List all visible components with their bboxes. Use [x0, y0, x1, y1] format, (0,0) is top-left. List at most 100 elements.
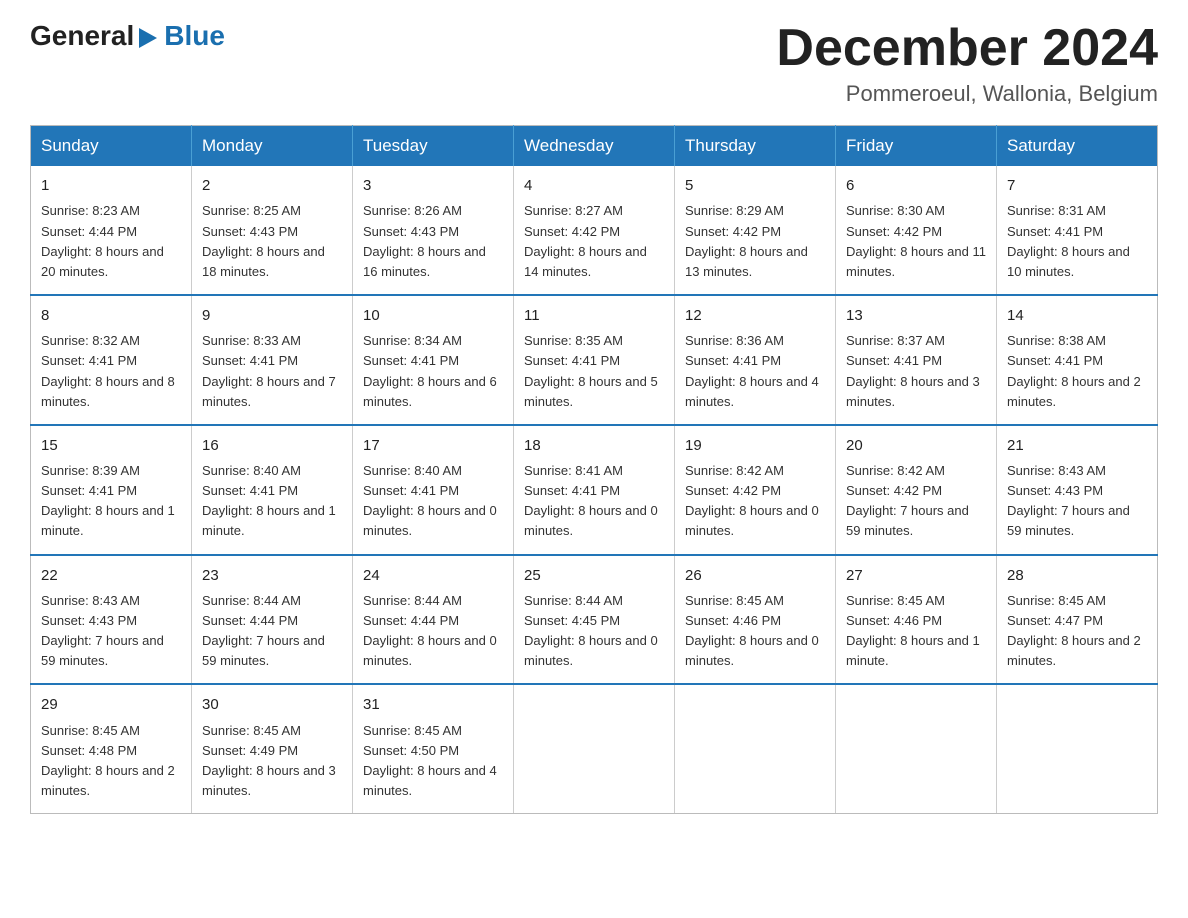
day-info: Sunrise: 8:45 AMSunset: 4:46 PMDaylight:… [846, 593, 980, 668]
table-row: 6 Sunrise: 8:30 AMSunset: 4:42 PMDayligh… [836, 166, 997, 295]
table-row [675, 684, 836, 813]
day-number: 17 [363, 434, 503, 457]
day-info: Sunrise: 8:45 AMSunset: 4:49 PMDaylight:… [202, 723, 336, 798]
day-info: Sunrise: 8:26 AMSunset: 4:43 PMDaylight:… [363, 203, 486, 278]
day-number: 4 [524, 174, 664, 197]
day-info: Sunrise: 8:44 AMSunset: 4:45 PMDaylight:… [524, 593, 658, 668]
table-row: 2 Sunrise: 8:25 AMSunset: 4:43 PMDayligh… [192, 166, 353, 295]
day-number: 29 [41, 693, 181, 716]
table-row: 20 Sunrise: 8:42 AMSunset: 4:42 PMDaylig… [836, 425, 997, 555]
day-info: Sunrise: 8:41 AMSunset: 4:41 PMDaylight:… [524, 463, 658, 538]
day-info: Sunrise: 8:45 AMSunset: 4:50 PMDaylight:… [363, 723, 497, 798]
day-number: 20 [846, 434, 986, 457]
day-info: Sunrise: 8:45 AMSunset: 4:46 PMDaylight:… [685, 593, 819, 668]
table-row: 14 Sunrise: 8:38 AMSunset: 4:41 PMDaylig… [997, 295, 1158, 425]
day-number: 14 [1007, 304, 1147, 327]
day-info: Sunrise: 8:40 AMSunset: 4:41 PMDaylight:… [363, 463, 497, 538]
table-row: 18 Sunrise: 8:41 AMSunset: 4:41 PMDaylig… [514, 425, 675, 555]
day-number: 18 [524, 434, 664, 457]
table-row: 23 Sunrise: 8:44 AMSunset: 4:44 PMDaylig… [192, 555, 353, 685]
table-row: 24 Sunrise: 8:44 AMSunset: 4:44 PMDaylig… [353, 555, 514, 685]
day-info: Sunrise: 8:34 AMSunset: 4:41 PMDaylight:… [363, 333, 497, 408]
table-row: 15 Sunrise: 8:39 AMSunset: 4:41 PMDaylig… [31, 425, 192, 555]
day-info: Sunrise: 8:33 AMSunset: 4:41 PMDaylight:… [202, 333, 336, 408]
day-number: 21 [1007, 434, 1147, 457]
day-number: 1 [41, 174, 181, 197]
day-number: 2 [202, 174, 342, 197]
table-row: 26 Sunrise: 8:45 AMSunset: 4:46 PMDaylig… [675, 555, 836, 685]
day-number: 30 [202, 693, 342, 716]
day-info: Sunrise: 8:37 AMSunset: 4:41 PMDaylight:… [846, 333, 980, 408]
day-info: Sunrise: 8:23 AMSunset: 4:44 PMDaylight:… [41, 203, 164, 278]
day-info: Sunrise: 8:40 AMSunset: 4:41 PMDaylight:… [202, 463, 336, 538]
table-row: 3 Sunrise: 8:26 AMSunset: 4:43 PMDayligh… [353, 166, 514, 295]
col-thursday: Thursday [675, 126, 836, 167]
page-header: General Blue December 2024 Pommeroeul, W… [30, 20, 1158, 107]
calendar-week-row: 29 Sunrise: 8:45 AMSunset: 4:48 PMDaylig… [31, 684, 1158, 813]
day-number: 5 [685, 174, 825, 197]
day-number: 16 [202, 434, 342, 457]
day-number: 31 [363, 693, 503, 716]
table-row: 16 Sunrise: 8:40 AMSunset: 4:41 PMDaylig… [192, 425, 353, 555]
logo-general-text: General [30, 20, 134, 52]
col-tuesday: Tuesday [353, 126, 514, 167]
calendar-week-row: 22 Sunrise: 8:43 AMSunset: 4:43 PMDaylig… [31, 555, 1158, 685]
day-info: Sunrise: 8:31 AMSunset: 4:41 PMDaylight:… [1007, 203, 1130, 278]
day-number: 6 [846, 174, 986, 197]
table-row: 29 Sunrise: 8:45 AMSunset: 4:48 PMDaylig… [31, 684, 192, 813]
day-info: Sunrise: 8:44 AMSunset: 4:44 PMDaylight:… [202, 593, 325, 668]
table-row: 10 Sunrise: 8:34 AMSunset: 4:41 PMDaylig… [353, 295, 514, 425]
day-number: 26 [685, 564, 825, 587]
day-info: Sunrise: 8:38 AMSunset: 4:41 PMDaylight:… [1007, 333, 1141, 408]
day-info: Sunrise: 8:42 AMSunset: 4:42 PMDaylight:… [846, 463, 969, 538]
day-number: 11 [524, 304, 664, 327]
day-info: Sunrise: 8:43 AMSunset: 4:43 PMDaylight:… [41, 593, 164, 668]
calendar-header-row: Sunday Monday Tuesday Wednesday Thursday… [31, 126, 1158, 167]
day-number: 10 [363, 304, 503, 327]
day-info: Sunrise: 8:45 AMSunset: 4:47 PMDaylight:… [1007, 593, 1141, 668]
day-number: 28 [1007, 564, 1147, 587]
table-row: 11 Sunrise: 8:35 AMSunset: 4:41 PMDaylig… [514, 295, 675, 425]
day-number: 12 [685, 304, 825, 327]
table-row: 7 Sunrise: 8:31 AMSunset: 4:41 PMDayligh… [997, 166, 1158, 295]
col-monday: Monday [192, 126, 353, 167]
day-info: Sunrise: 8:43 AMSunset: 4:43 PMDaylight:… [1007, 463, 1130, 538]
day-number: 15 [41, 434, 181, 457]
day-number: 13 [846, 304, 986, 327]
table-row: 22 Sunrise: 8:43 AMSunset: 4:43 PMDaylig… [31, 555, 192, 685]
month-title: December 2024 [776, 20, 1158, 77]
day-info: Sunrise: 8:36 AMSunset: 4:41 PMDaylight:… [685, 333, 819, 408]
table-row: 9 Sunrise: 8:33 AMSunset: 4:41 PMDayligh… [192, 295, 353, 425]
day-number: 9 [202, 304, 342, 327]
logo: General Blue [30, 20, 225, 52]
day-number: 3 [363, 174, 503, 197]
table-row: 25 Sunrise: 8:44 AMSunset: 4:45 PMDaylig… [514, 555, 675, 685]
col-friday: Friday [836, 126, 997, 167]
day-info: Sunrise: 8:32 AMSunset: 4:41 PMDaylight:… [41, 333, 175, 408]
day-number: 24 [363, 564, 503, 587]
table-row [514, 684, 675, 813]
logo-arrow-icon [135, 24, 163, 52]
col-saturday: Saturday [997, 126, 1158, 167]
day-info: Sunrise: 8:29 AMSunset: 4:42 PMDaylight:… [685, 203, 808, 278]
day-info: Sunrise: 8:45 AMSunset: 4:48 PMDaylight:… [41, 723, 175, 798]
location-subtitle: Pommeroeul, Wallonia, Belgium [776, 81, 1158, 107]
table-row [836, 684, 997, 813]
day-number: 22 [41, 564, 181, 587]
day-number: 19 [685, 434, 825, 457]
title-area: December 2024 Pommeroeul, Wallonia, Belg… [776, 20, 1158, 107]
table-row: 27 Sunrise: 8:45 AMSunset: 4:46 PMDaylig… [836, 555, 997, 685]
table-row: 28 Sunrise: 8:45 AMSunset: 4:47 PMDaylig… [997, 555, 1158, 685]
calendar-week-row: 15 Sunrise: 8:39 AMSunset: 4:41 PMDaylig… [31, 425, 1158, 555]
table-row: 1 Sunrise: 8:23 AMSunset: 4:44 PMDayligh… [31, 166, 192, 295]
table-row: 17 Sunrise: 8:40 AMSunset: 4:41 PMDaylig… [353, 425, 514, 555]
day-info: Sunrise: 8:35 AMSunset: 4:41 PMDaylight:… [524, 333, 658, 408]
day-info: Sunrise: 8:27 AMSunset: 4:42 PMDaylight:… [524, 203, 647, 278]
table-row: 4 Sunrise: 8:27 AMSunset: 4:42 PMDayligh… [514, 166, 675, 295]
table-row: 30 Sunrise: 8:45 AMSunset: 4:49 PMDaylig… [192, 684, 353, 813]
day-number: 25 [524, 564, 664, 587]
table-row: 8 Sunrise: 8:32 AMSunset: 4:41 PMDayligh… [31, 295, 192, 425]
col-wednesday: Wednesday [514, 126, 675, 167]
day-info: Sunrise: 8:39 AMSunset: 4:41 PMDaylight:… [41, 463, 175, 538]
table-row [997, 684, 1158, 813]
